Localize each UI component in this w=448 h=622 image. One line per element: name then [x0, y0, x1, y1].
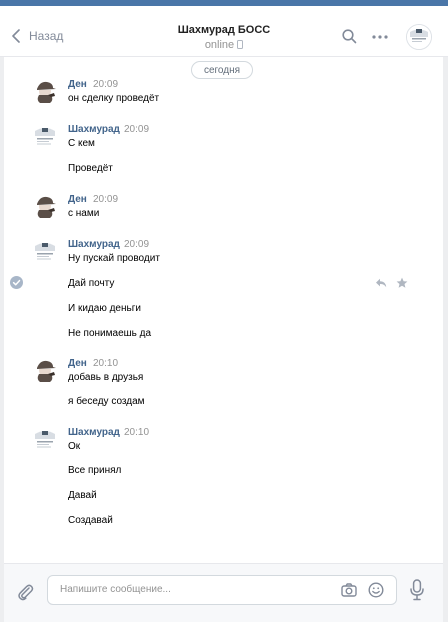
avatar[interactable]: [32, 426, 58, 452]
message-text: добавь в друзья: [68, 372, 144, 383]
message-author[interactable]: Шахмурад: [68, 239, 120, 250]
message-text: я беседу создам: [68, 396, 145, 407]
avatar[interactable]: [32, 78, 58, 104]
detective-avatar-icon: [32, 193, 58, 219]
message-time[interactable]: 20:10: [124, 427, 149, 438]
star-icon[interactable]: [396, 277, 408, 289]
message-input[interactable]: [58, 583, 332, 596]
checkmark-icon[interactable]: [10, 276, 23, 289]
phone-icon: [237, 40, 244, 49]
message-time[interactable]: 20:10: [93, 358, 118, 369]
document-avatar-icon: [32, 426, 58, 452]
message-history[interactable]: сегодня Ден 20:09 он сделку проведёт Шах…: [4, 57, 443, 563]
message-text: Все принял: [68, 465, 122, 476]
detective-avatar-icon: [32, 357, 58, 383]
detective-avatar-icon: [32, 78, 58, 104]
status-text: online: [204, 39, 235, 51]
message-text: Ок: [68, 441, 81, 452]
avatar[interactable]: [32, 123, 58, 149]
camera-icon[interactable]: [341, 583, 357, 597]
avatar[interactable]: [32, 238, 58, 264]
message-author[interactable]: Шахмурад: [68, 427, 120, 438]
message-text: с нами: [68, 208, 100, 219]
microphone-icon[interactable]: [410, 579, 424, 601]
message-text: Дай почту: [68, 278, 115, 289]
reply-icon[interactable]: [375, 278, 387, 288]
message-text: Ну пускай проводит: [68, 253, 160, 264]
message-time[interactable]: 20:09: [124, 239, 149, 250]
message-time[interactable]: 20:09: [93, 79, 118, 90]
message-text: Не понимаешь да: [68, 328, 152, 339]
document-avatar-icon: [32, 123, 58, 149]
message-input-box[interactable]: [47, 575, 397, 605]
avatar[interactable]: [32, 193, 58, 219]
message-author[interactable]: Ден: [68, 79, 87, 90]
message-author[interactable]: Шахмурад: [68, 124, 120, 135]
contact-avatar[interactable]: [406, 24, 432, 50]
message-text: С кем: [68, 138, 95, 149]
date-divider: сегодня: [191, 61, 253, 79]
paperclip-icon[interactable]: [16, 581, 34, 601]
message-text: Давай: [68, 490, 97, 501]
smile-icon[interactable]: [368, 582, 384, 598]
message-time[interactable]: 20:09: [124, 124, 149, 135]
message-composer: [4, 563, 443, 622]
chat-header: Назад Шахмурад БОСС online: [0, 6, 448, 57]
message-text: Проведёт: [68, 163, 113, 174]
avatar[interactable]: [32, 357, 58, 383]
document-avatar-icon: [32, 238, 58, 264]
search-icon[interactable]: [342, 29, 357, 44]
message-text: Создавай: [68, 515, 113, 526]
online-status: online: [0, 39, 448, 51]
message-text: он сделку проведёт: [68, 93, 160, 104]
message-author[interactable]: Ден: [68, 194, 87, 205]
message-time[interactable]: 20:09: [93, 194, 118, 205]
message-author[interactable]: Ден: [68, 358, 87, 369]
more-icon[interactable]: [372, 35, 388, 39]
message-text: И кидаю деньги: [68, 303, 141, 314]
